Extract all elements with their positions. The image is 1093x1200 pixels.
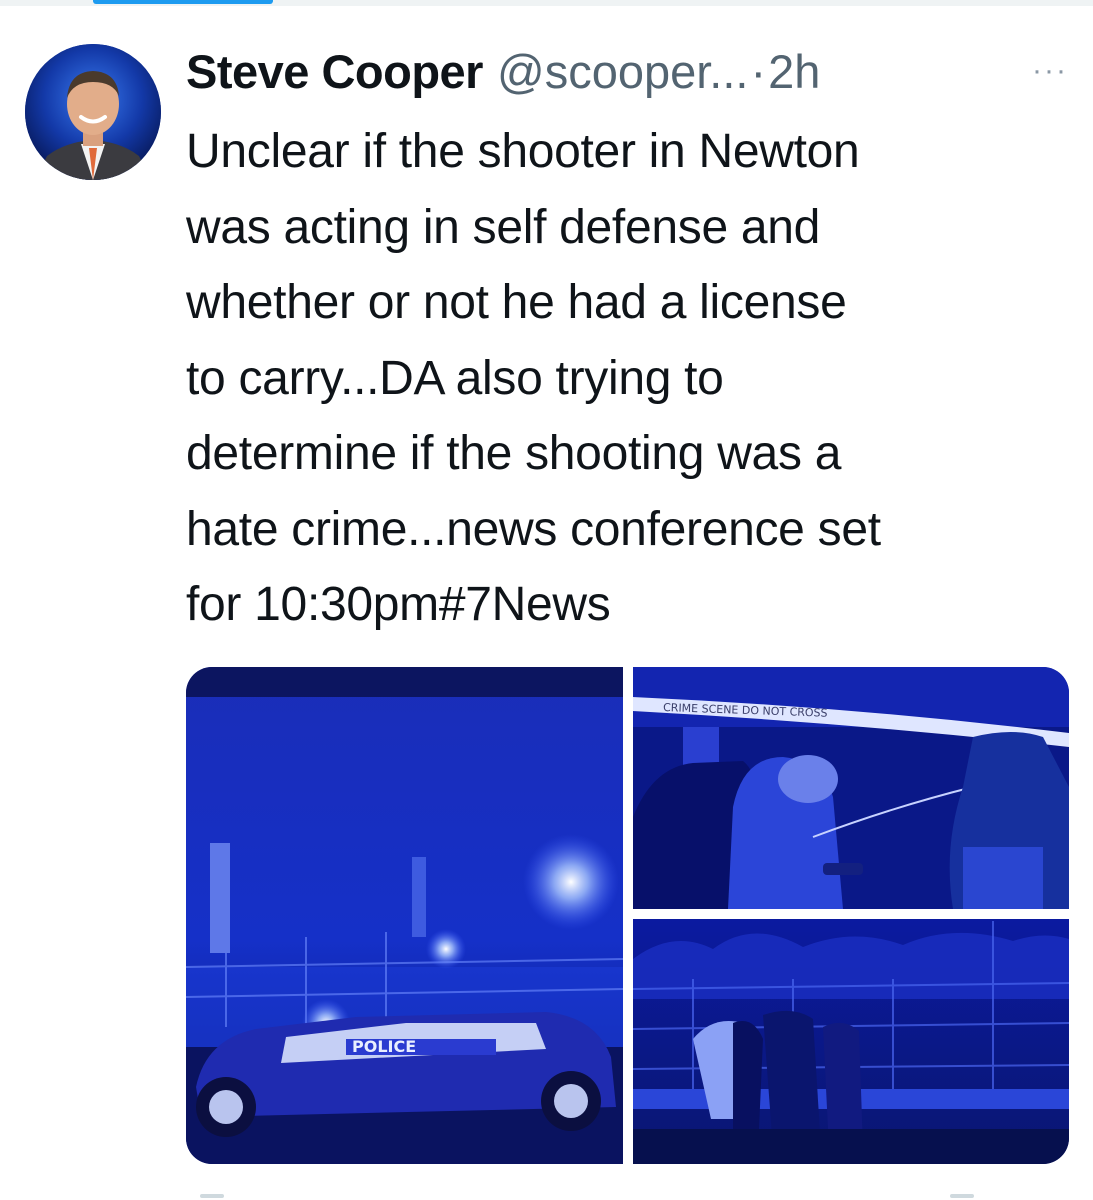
more-dots-icon: ···	[1032, 54, 1068, 87]
crime-scene-photo-icon: CRIME SCENE DO NOT CROSS	[633, 667, 1069, 909]
more-options-button[interactable]: ···	[1020, 54, 1080, 87]
police-car-photo-icon: POLICE	[186, 667, 623, 1164]
tweet-header: Steve Cooper @scooper... · 2h	[186, 44, 820, 100]
tweet-text-line: hate crime...news conference set	[186, 502, 881, 556]
tweet-text: Unclear if the shooter in Newton was act…	[186, 114, 1076, 643]
separator-dot: ·	[750, 45, 767, 98]
tweet-text-line: for 10:30pm#7News	[186, 578, 611, 631]
officers-photo-icon	[633, 919, 1069, 1164]
police-label: POLICE	[352, 1037, 416, 1056]
user-handle[interactable]: @scooper...	[497, 44, 749, 100]
tweet-text-line: whether or not he had a license	[186, 276, 847, 329]
media-photo-crime-scene[interactable]: CRIME SCENE DO NOT CROSS	[633, 667, 1069, 909]
tweet[interactable]: Steve Cooper @scooper... · 2h ··· Unclea…	[0, 0, 1093, 1200]
tweet-text-line: to carry...DA also trying to	[186, 351, 724, 405]
media-photo-officers[interactable]	[633, 919, 1069, 1164]
tweet-text-line: determine if the shooting was a	[186, 427, 842, 480]
profile-photo-icon	[25, 44, 161, 180]
tweet-text-line: was acting in self defense and	[186, 200, 821, 254]
tweet-text-line: Unclear if the shooter in Newton	[186, 125, 860, 178]
media-photo-police-car[interactable]: POLICE	[186, 667, 623, 1164]
media-grid: POLICE CRIME SCENE DO NOT CROSS	[186, 667, 1069, 1164]
timestamp[interactable]: 2h	[768, 44, 820, 100]
next-tweet-edge	[0, 1190, 1093, 1200]
avatar[interactable]	[25, 44, 161, 180]
display-name[interactable]: Steve Cooper	[186, 44, 483, 100]
